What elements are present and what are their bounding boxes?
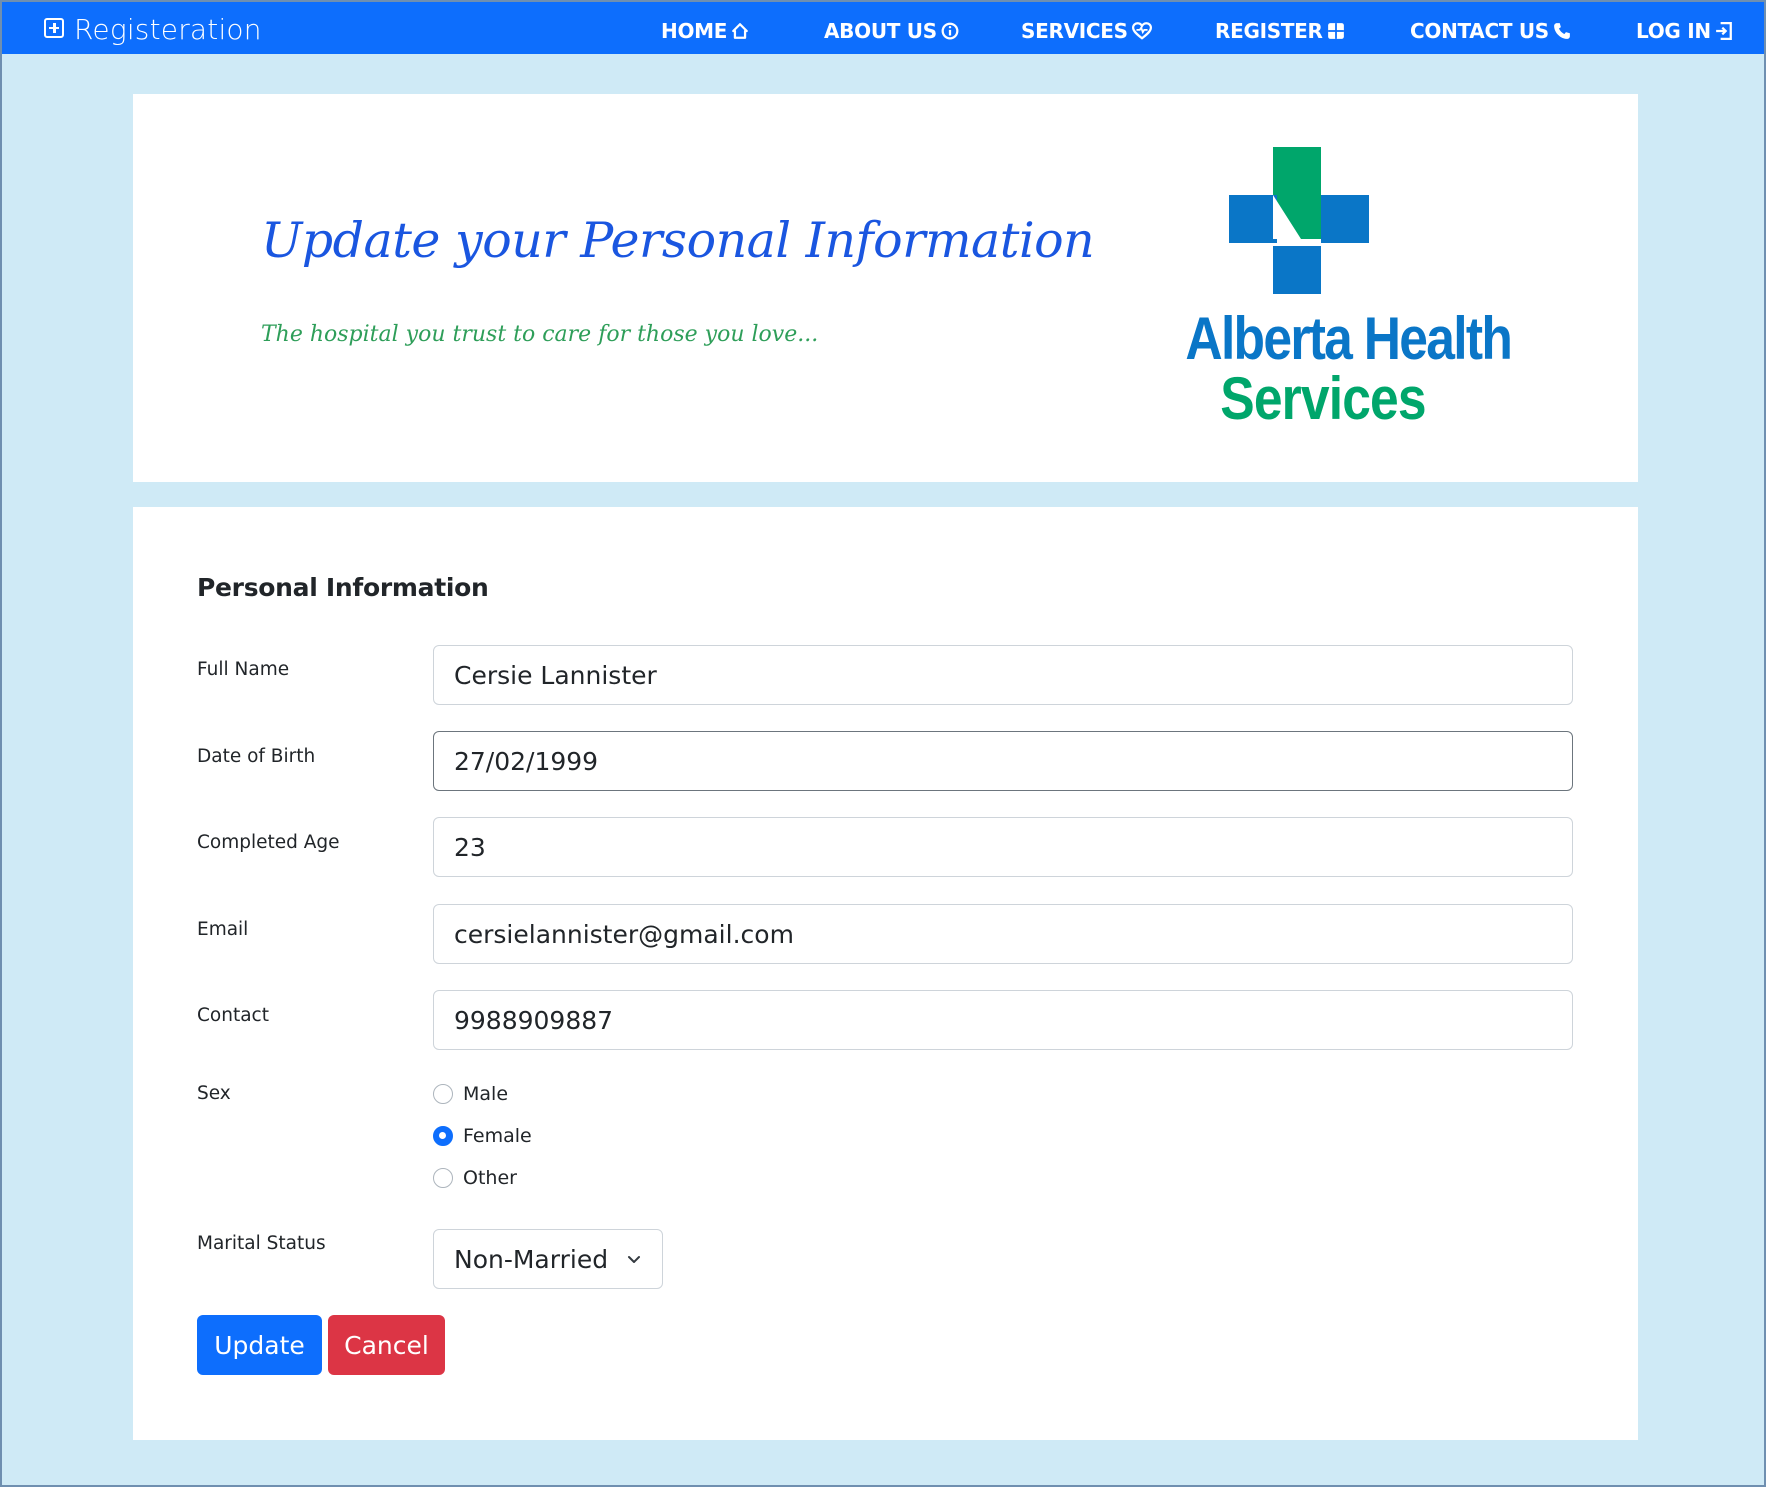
sex-option-other[interactable]: Other [433,1166,517,1190]
radio-male-label: Male [463,1083,509,1105]
age-input[interactable]: 23 [433,817,1573,877]
nav-login[interactable]: LOG IN [1636,19,1733,43]
nav-register[interactable]: REGISTER [1215,19,1345,43]
radio-other[interactable] [433,1168,453,1188]
nav-about-label: ABOUT US [824,19,937,43]
contact-label: Contact [197,1005,269,1026]
cancel-button[interactable]: Cancel [328,1315,445,1375]
section-title: Personal Information [197,573,489,602]
hero-subtitle: The hospital you trust to care for those… [261,322,819,347]
email-input[interactable]: cersielannister@gmail.com [433,904,1573,964]
nav-services[interactable]: SERVICES [1021,19,1152,43]
marital-status-select[interactable]: Non-Married [433,1229,663,1289]
full-name-input[interactable]: Cersie Lannister [433,645,1573,705]
top-navbar: Registeration HOME ABOUT US SERVICES REG… [2,2,1764,54]
radio-male[interactable] [433,1084,453,1104]
dob-label: Date of Birth [197,746,316,767]
hero-title: Update your Personal Information [261,212,1095,269]
nav-home-label: HOME [661,19,728,43]
plus-square-icon [44,17,64,38]
marital-status-label: Marital Status [197,1233,326,1254]
nav-login-label: LOG IN [1636,19,1711,43]
grid-plus-icon [1327,23,1344,39]
sex-label: Sex [197,1083,231,1104]
hero-card: Update your Personal Information The hos… [133,94,1638,482]
logo-line2: Services [1220,365,1426,432]
full-name-label: Full Name [197,659,290,680]
dob-input[interactable]: 27/02/1999 [433,731,1573,791]
nav-contact[interactable]: CONTACT US [1410,19,1571,43]
page-frame: Registeration HOME ABOUT US SERVICES REG… [0,0,1766,1487]
radio-female-label: Female [463,1125,532,1147]
brand-link[interactable]: Registeration [44,12,262,46]
logo-line1: Alberta Health [1185,305,1512,372]
nav-services-label: SERVICES [1021,19,1128,43]
brand-label: Registeration [74,12,262,46]
nav-contact-label: CONTACT US [1410,19,1549,43]
house-icon [732,23,748,39]
chevron-down-icon [628,1256,640,1263]
heart-pulse-icon [1131,22,1152,40]
login-box-icon [1715,22,1732,40]
nav-register-label: REGISTER [1215,19,1323,43]
personal-info-form: Personal Information Full Name Cersie La… [133,507,1638,1440]
marital-status-value: Non-Married [454,1244,609,1274]
email-label: Email [197,919,249,940]
info-circle-icon [941,22,959,40]
sex-option-male[interactable]: Male [433,1082,508,1106]
contact-input[interactable]: 9988909887 [433,990,1573,1050]
nav-home[interactable]: HOME [661,19,749,43]
phone-icon [1554,23,1570,39]
radio-other-label: Other [463,1167,517,1189]
update-button[interactable]: Update [197,1315,322,1375]
nav-about[interactable]: ABOUT US [824,19,959,43]
radio-female[interactable] [433,1126,453,1146]
age-label: Completed Age [197,832,340,853]
sex-option-female[interactable]: Female [433,1124,532,1148]
